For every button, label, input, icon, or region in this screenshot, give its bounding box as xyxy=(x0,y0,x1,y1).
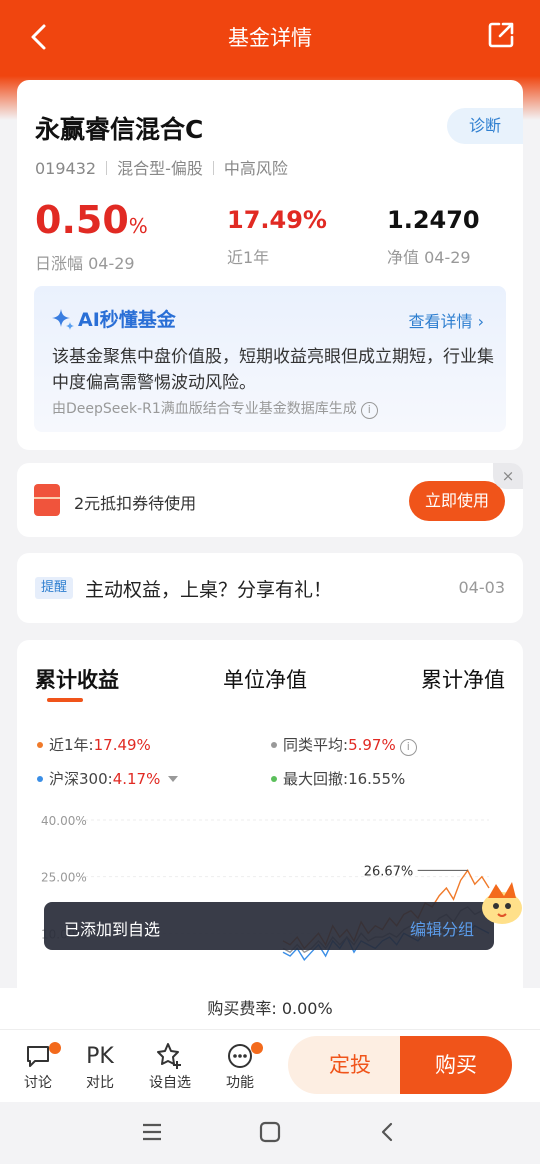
diagnose-button[interactable]: 诊断 xyxy=(447,108,523,144)
back-nav-icon[interactable] xyxy=(376,1120,400,1144)
fund-meta: 019432 混合型-偏股 中高风险 xyxy=(35,155,288,179)
notification-dot xyxy=(49,1042,61,1054)
promo-tip-card[interactable]: 提醒 主动权益，上桌？分享有礼！ 04-03 xyxy=(17,553,523,623)
tip-date: 04-03 xyxy=(458,578,506,597)
legend-dot xyxy=(37,742,43,748)
function-label: 功能 xyxy=(226,1075,254,1091)
return-line-chart[interactable]: 40.00%25.00%10.00%26.67% xyxy=(17,800,523,990)
legend-peer-value: 5.97% xyxy=(348,736,396,754)
tip-text: 主动权益，上桌？分享有礼！ xyxy=(85,579,333,601)
chat-bubble-icon xyxy=(27,1046,49,1067)
use-coupon-button[interactable]: 立即使用 xyxy=(409,481,505,521)
coupon-text: 2元抵扣券待使用 xyxy=(74,494,197,513)
y-tick-label: 40.00% xyxy=(41,814,87,828)
fund-risk: 中高风险 xyxy=(223,159,288,178)
legend-drawdown-value: 16.55% xyxy=(348,770,406,788)
active-tab-indicator xyxy=(47,698,83,702)
fund-type: 混合型-偏股 xyxy=(117,159,203,178)
peak-annotation: 26.67% xyxy=(364,864,414,879)
discuss-button[interactable]: 讨论 xyxy=(13,1040,63,1092)
year-return-label: 近1年 xyxy=(227,248,270,267)
daily-change-value: 0.50 xyxy=(35,198,129,242)
legend-hs300-value: 4.17% xyxy=(112,770,161,788)
coupon-card: 2元抵扣券待使用 立即使用 × xyxy=(17,463,523,537)
tab-cumulative-nav[interactable]: 累计净值 xyxy=(421,664,505,694)
tip-badge: 提醒 xyxy=(35,577,73,599)
add-watchlist-button[interactable]: 设自选 xyxy=(145,1040,195,1092)
daily-change-unit: % xyxy=(128,214,148,238)
app-header: 基金详情 xyxy=(0,0,540,76)
info-icon[interactable]: i xyxy=(360,402,378,419)
legend-fund: 近1年:17.49% xyxy=(37,734,151,755)
compare-label: 对比 xyxy=(86,1075,114,1091)
year-return-value: 17.49% xyxy=(227,206,327,234)
compare-button[interactable]: PK 对比 xyxy=(75,1040,125,1092)
function-button[interactable]: 功能 xyxy=(215,1040,265,1092)
ai-summary-panel: AI秒懂基金 查看详情 › 该基金聚焦中盘价值股，短期收益亮眼但成立期短，行业集… xyxy=(34,286,506,432)
bottom-action-bar: 讨论 PK 对比 设自选 功能 定投 购买 xyxy=(0,1030,540,1102)
legend-fund-value: 17.49% xyxy=(93,736,151,754)
legend-drawdown-label: 最大回撤: xyxy=(283,770,349,788)
fixed-investment-button[interactable]: 定投 xyxy=(288,1036,412,1094)
pk-icon: PK xyxy=(86,1043,114,1069)
mascot-icon[interactable] xyxy=(474,876,528,930)
page-title: 基金详情 xyxy=(228,26,312,50)
edit-group-link[interactable]: 编辑分组 xyxy=(410,916,474,940)
daily-change-stat: 0.50% 日涨幅 04-29 xyxy=(35,198,148,274)
share-icon[interactable] xyxy=(486,20,516,50)
daily-change-label: 日涨幅 04-29 xyxy=(35,254,135,273)
legend-dot xyxy=(271,742,277,748)
nav-stat: 1.2470 净值 04-29 xyxy=(387,198,480,268)
info-icon[interactable]: i xyxy=(399,739,417,756)
ai-title: AI秒懂基金 xyxy=(78,309,176,331)
nav-value: 1.2470 xyxy=(387,206,480,234)
legend-hs300-label: 沪深300: xyxy=(49,770,113,788)
fund-summary-card: 永赢睿信混合C 诊断 019432 混合型-偏股 中高风险 0.50% 日涨幅 04… xyxy=(17,80,523,450)
fund-name: 永赢睿信混合C xyxy=(35,115,204,144)
y-tick-label: 25.00% xyxy=(41,871,87,885)
legend-dot xyxy=(271,776,277,782)
legend-hs300[interactable]: 沪深300:4.17% xyxy=(37,768,179,789)
ai-view-details-link[interactable]: 查看详情 › xyxy=(409,308,485,332)
home-icon[interactable] xyxy=(258,1120,282,1144)
legend-dot xyxy=(37,776,43,782)
buy-button[interactable]: 购买 xyxy=(400,1036,512,1094)
divider xyxy=(212,161,214,175)
fund-code: 019432 xyxy=(35,159,97,178)
notification-dot xyxy=(251,1042,263,1054)
ai-sparkle-icon xyxy=(52,309,74,330)
tab-cumulative-return[interactable]: 累计收益 xyxy=(35,664,119,694)
menu-icon[interactable] xyxy=(140,1120,164,1144)
more-icon xyxy=(228,1044,252,1068)
red-packet-icon xyxy=(34,484,60,516)
purchase-fee-rate: 购买费率: 0.00% xyxy=(0,988,540,1030)
chevron-down-icon xyxy=(168,776,179,782)
system-nav-bar xyxy=(0,1102,540,1164)
star-plus-icon xyxy=(157,1043,181,1069)
discuss-label: 讨论 xyxy=(24,1075,52,1091)
legend-drawdown: 最大回撤:16.55% xyxy=(271,768,405,789)
toast-message: 已添加到自选 xyxy=(64,920,161,939)
tab-unit-nav[interactable]: 单位净值 xyxy=(223,664,307,694)
year-return-stat: 17.49% 近1年 xyxy=(227,198,327,268)
ai-source-text: 由DeepSeek-R1满血版结合专业基金数据库生成 xyxy=(52,401,357,417)
legend-peer-label: 同类平均: xyxy=(283,736,349,754)
toast-added-to-watchlist: 已添加到自选 编辑分组 xyxy=(44,902,494,950)
divider xyxy=(106,161,108,175)
legend-peer: 同类平均:5.97% i xyxy=(271,734,417,756)
ai-source-note: 由DeepSeek-R1满血版结合专业基金数据库生成 i xyxy=(52,398,378,419)
add-watchlist-label: 设自选 xyxy=(149,1075,191,1091)
ai-summary-text: 该基金聚焦中盘价值股，短期收益亮眼但成立期短，行业集中度偏高需警惕波动风险。 xyxy=(52,347,494,393)
close-icon[interactable]: × xyxy=(493,463,523,489)
legend-fund-label: 近1年: xyxy=(49,736,94,754)
nav-label: 净值 04-29 xyxy=(387,248,471,267)
